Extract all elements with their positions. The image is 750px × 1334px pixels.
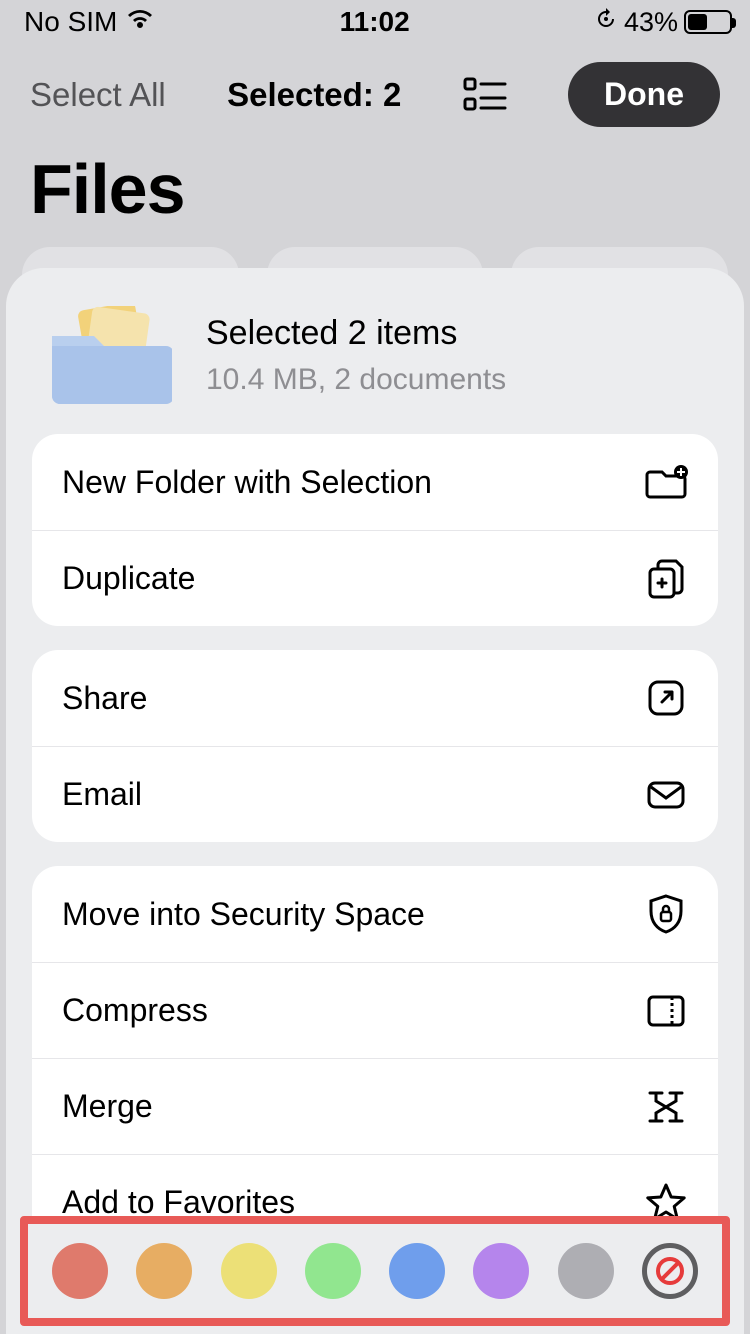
selected-count-label: Selected: 2: [227, 76, 401, 114]
tag-orange[interactable]: [136, 1243, 192, 1299]
battery-percentage: 43%: [624, 7, 678, 38]
compress-icon: [644, 989, 688, 1033]
status-left: No SIM: [24, 6, 155, 38]
tag-clear-button[interactable]: [642, 1243, 698, 1299]
email-row[interactable]: Email: [32, 746, 718, 842]
sheet-header-text: Selected 2 items 10.4 MB, 2 documents: [206, 314, 506, 397]
action-group-create: New Folder with Selection Duplicate: [32, 434, 718, 626]
select-all-button[interactable]: Select All: [30, 76, 166, 114]
row-label: Move into Security Space: [62, 896, 425, 933]
duplicate-row[interactable]: Duplicate: [32, 530, 718, 626]
sim-status: No SIM: [24, 6, 117, 38]
tag-gray[interactable]: [558, 1243, 614, 1299]
email-icon: [644, 773, 688, 817]
row-label: Compress: [62, 992, 208, 1029]
tag-blue[interactable]: [389, 1243, 445, 1299]
move-security-row[interactable]: Move into Security Space: [32, 866, 718, 962]
status-right: 43%: [594, 7, 732, 38]
row-label: New Folder with Selection: [62, 464, 432, 501]
merge-icon: [644, 1085, 688, 1129]
status-time: 11:02: [340, 6, 410, 38]
selection-toolbar: Select All Selected: 2 Done: [0, 44, 750, 137]
action-sheet: Selected 2 items 10.4 MB, 2 documents Ne…: [6, 268, 744, 1334]
compress-row[interactable]: Compress: [32, 962, 718, 1058]
merge-row[interactable]: Merge: [32, 1058, 718, 1154]
list-view-icon[interactable]: [463, 75, 507, 115]
sheet-subtitle: 10.4 MB, 2 documents: [206, 363, 506, 397]
tag-green[interactable]: [305, 1243, 361, 1299]
new-folder-with-selection-row[interactable]: New Folder with Selection: [32, 434, 718, 530]
folder-add-icon: [644, 460, 688, 504]
wifi-icon: [125, 6, 155, 38]
battery-icon: [684, 10, 732, 34]
sheet-header: Selected 2 items 10.4 MB, 2 documents: [6, 296, 744, 434]
share-row[interactable]: Share: [32, 650, 718, 746]
action-group-share: Share Email: [32, 650, 718, 842]
shield-lock-icon: [644, 892, 688, 936]
share-icon: [644, 676, 688, 720]
tag-red[interactable]: [52, 1243, 108, 1299]
row-label: Merge: [62, 1088, 153, 1125]
tag-yellow[interactable]: [221, 1243, 277, 1299]
color-tag-bar: [20, 1216, 730, 1326]
page-title: Files: [0, 137, 750, 247]
orientation-lock-icon: [594, 7, 618, 38]
done-button[interactable]: Done: [568, 62, 720, 127]
folder-icon: [46, 306, 172, 404]
duplicate-icon: [644, 557, 688, 601]
row-label: Email: [62, 776, 142, 813]
row-label: Share: [62, 680, 147, 717]
row-label: Duplicate: [62, 560, 195, 597]
tag-purple[interactable]: [473, 1243, 529, 1299]
sheet-title: Selected 2 items: [206, 314, 506, 353]
action-group-manage: Move into Security Space Compress Merge …: [32, 866, 718, 1250]
status-bar: No SIM 11:02 43%: [0, 0, 750, 44]
